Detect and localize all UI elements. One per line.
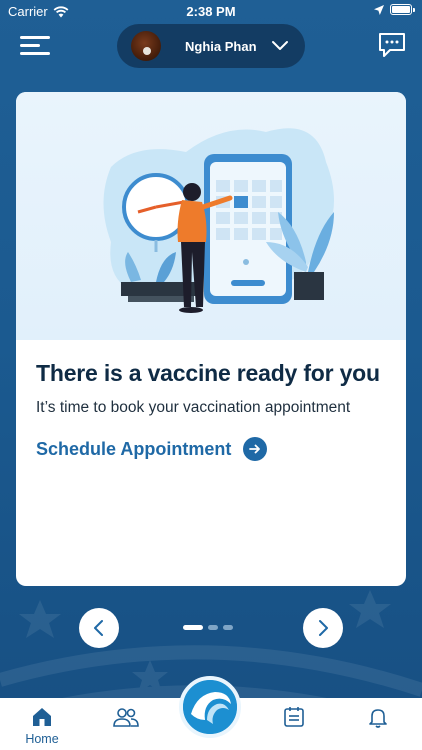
card-text: It’s time to book your vaccination appoi… <box>36 399 351 416</box>
schedule-appointment-link[interactable]: Schedule Appointment <box>36 437 386 461</box>
user-name: Nghia Phan <box>185 38 257 54</box>
user-switcher[interactable]: Nghia Phan <box>117 24 305 68</box>
carousel-prev-button[interactable] <box>79 608 119 648</box>
status-bar: Carrier 2:38 PM <box>0 0 422 22</box>
vaccine-card: There is a vaccine ready for you It’s ti… <box>16 92 406 586</box>
wave-logo-icon <box>183 680 237 734</box>
bell-icon <box>369 709 387 728</box>
battery-icon <box>390 4 415 15</box>
booking-illustration <box>103 128 334 313</box>
tab-appointments[interactable] <box>252 698 336 750</box>
chevron-left-icon <box>94 620 103 636</box>
menu-button[interactable] <box>20 35 50 57</box>
schedule-appointment-label: Schedule Appointment <box>36 438 232 459</box>
carousel-dot[interactable] <box>208 625 218 630</box>
vaccine-illustration <box>16 92 406 340</box>
calendar-icon <box>284 707 304 727</box>
avatar <box>131 31 161 61</box>
tab-home-label: Home <box>25 732 59 746</box>
carousel-dot[interactable] <box>223 625 233 630</box>
tab-notifications[interactable] <box>336 698 420 750</box>
card-title: There is a vaccine ready for you <box>36 360 380 386</box>
arrow-right-icon <box>243 437 268 461</box>
tab-home[interactable]: Home <box>0 698 84 750</box>
tab-family[interactable] <box>84 698 168 750</box>
chevron-down-icon <box>272 41 288 50</box>
home-icon <box>33 708 51 726</box>
chevron-right-icon <box>319 620 328 636</box>
carousel-dots <box>183 625 233 630</box>
app-header: Nghia Phan <box>0 22 422 72</box>
status-right-group <box>374 4 415 15</box>
location-arrow-icon <box>374 4 384 15</box>
status-time: 2:38 PM <box>186 4 236 19</box>
people-icon <box>113 708 139 727</box>
center-action-button[interactable] <box>179 676 241 738</box>
card-body: There is a vaccine ready for you It’s ti… <box>16 340 406 461</box>
carousel-next-button[interactable] <box>303 608 343 648</box>
chat-bubble-icon[interactable] <box>378 32 406 58</box>
carousel-dot[interactable] <box>183 625 203 630</box>
